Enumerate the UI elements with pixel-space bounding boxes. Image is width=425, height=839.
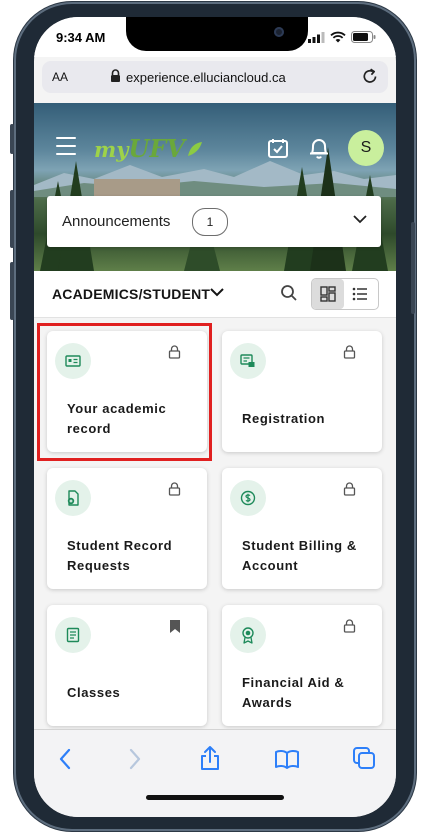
myufv-logo[interactable]: my UFV	[94, 134, 203, 163]
card-title: Classes	[67, 685, 121, 700]
lock-icon	[168, 482, 181, 496]
address-bar[interactable]: AA experience.elluciancloud.ca	[42, 61, 388, 93]
announcements-label: Announcements	[62, 213, 171, 230]
list-view-button[interactable]	[344, 279, 376, 309]
calendar-check-icon[interactable]	[266, 136, 290, 160]
back-icon[interactable]	[58, 748, 72, 770]
bookmarks-icon[interactable]	[274, 749, 300, 769]
list-icon	[352, 287, 367, 301]
side-button	[10, 124, 14, 154]
volume-up-button	[10, 190, 14, 248]
card-student-billing-account[interactable]: Student Billing & Account	[222, 468, 382, 589]
home-indicator[interactable]	[146, 795, 284, 800]
share-icon[interactable]	[199, 745, 221, 771]
card-title: Financial Aid & Awards	[242, 675, 345, 710]
card-registration[interactable]: Registration	[222, 331, 382, 452]
announcements-panel[interactable]: Announcements 1	[47, 196, 381, 247]
bell-icon[interactable]	[308, 136, 330, 160]
signal-icon	[308, 31, 325, 43]
bookmark-icon[interactable]	[169, 619, 181, 634]
safari-toolbar	[34, 729, 396, 817]
section-header: ACADEMICS/STUDENT	[34, 271, 396, 318]
phone-screen: 9:34 AM AA experience.elluciancloud.ca m…	[34, 17, 396, 817]
lock-icon	[343, 345, 356, 359]
status-icons	[308, 31, 376, 43]
card-title: Student Record Requests	[67, 538, 173, 573]
book-icon	[55, 617, 91, 653]
notch	[126, 17, 308, 51]
tabs-icon[interactable]	[352, 746, 376, 770]
header-banner: my UFV S Announcements 1	[34, 103, 396, 271]
battery-icon	[351, 31, 376, 43]
status-time: 9:34 AM	[56, 30, 106, 45]
section-title[interactable]: ACADEMICS/STUDENT	[52, 286, 210, 302]
dollar-icon	[230, 480, 266, 516]
text-size-button[interactable]: AA	[52, 70, 68, 84]
logo-ufv-text: UFV	[128, 134, 186, 163]
lock-icon	[343, 482, 356, 496]
grid-icon	[320, 286, 336, 302]
chevron-down-icon[interactable]	[210, 286, 224, 298]
card-title: Registration	[242, 411, 326, 426]
lock-icon	[111, 69, 120, 82]
chevron-down-icon[interactable]	[353, 214, 367, 224]
card-title: Student Billing & Account	[242, 538, 357, 573]
registration-icon	[230, 343, 266, 379]
reload-icon[interactable]	[360, 67, 380, 87]
award-icon	[230, 617, 266, 653]
leaf-icon	[188, 142, 203, 156]
card-financial-aid-awards[interactable]: Financial Aid & Awards	[222, 605, 382, 726]
logo-my-text: my	[94, 137, 129, 162]
document-request-icon	[55, 480, 91, 516]
card-student-record-requests[interactable]: Student Record Requests	[47, 468, 207, 589]
search-icon[interactable]	[280, 284, 298, 302]
front-camera	[274, 27, 284, 37]
power-button	[411, 222, 415, 314]
volume-down-button	[10, 262, 14, 320]
grid-view-button[interactable]	[312, 279, 344, 309]
highlight-box	[37, 323, 212, 461]
announcements-count-badge: 1	[192, 208, 228, 236]
avatar[interactable]: S	[348, 130, 384, 166]
url-text[interactable]: experience.elluciancloud.ca	[126, 70, 286, 85]
menu-icon[interactable]	[56, 137, 76, 161]
view-toggle	[311, 278, 379, 310]
card-classes[interactable]: Classes	[47, 605, 207, 726]
forward-icon[interactable]	[128, 748, 142, 770]
lock-icon	[343, 619, 356, 633]
wifi-icon	[330, 31, 346, 43]
header-actions: S	[266, 130, 384, 166]
